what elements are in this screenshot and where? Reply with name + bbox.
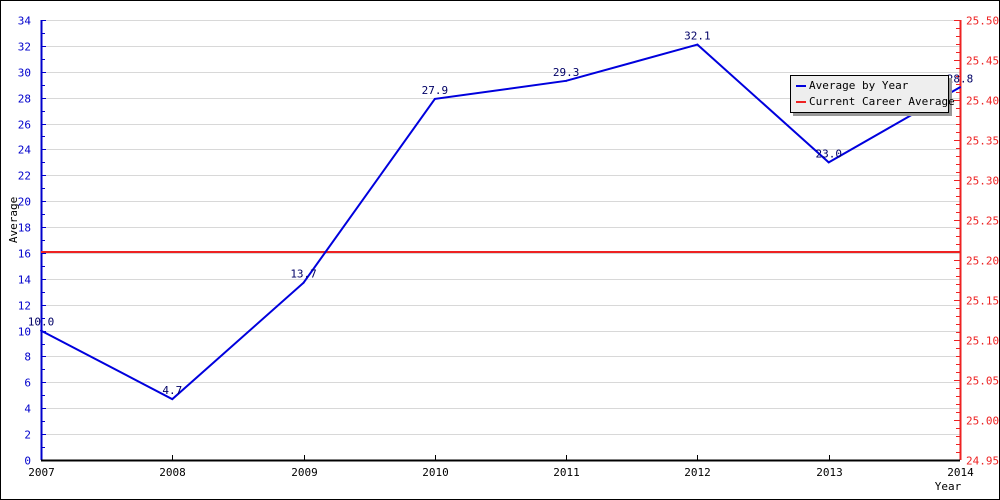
data-point	[433, 97, 436, 100]
legend: Average by Year Current Career Average	[790, 75, 955, 113]
left-tick-label: 34	[18, 15, 32, 28]
right-tick-label: 25.15	[966, 295, 999, 308]
data-point	[696, 43, 699, 46]
legend-label: Average by Year	[809, 79, 909, 92]
left-tick-label: 12	[18, 300, 31, 313]
data-point	[565, 79, 568, 82]
right-tick-label: 25.40	[966, 95, 999, 108]
x-tick-label: 2011	[553, 466, 580, 479]
right-tick-label: 25.25	[966, 215, 999, 228]
y-axis-title: Average	[7, 197, 20, 243]
left-tick-label: 22	[18, 170, 31, 183]
left-tick-label: 2	[24, 429, 31, 442]
right-tick-label: 25.30	[966, 175, 999, 188]
x-tick-label: 2010	[422, 466, 449, 479]
right-tick-label: 25.50	[966, 15, 999, 28]
x-tick-label: 2013	[816, 466, 843, 479]
left-tick-label: 30	[18, 67, 31, 80]
data-point	[959, 86, 961, 89]
x-tick-label: 2009	[291, 466, 318, 479]
left-tick-label: 24	[18, 144, 32, 157]
data-point	[827, 161, 830, 164]
data-point	[40, 329, 42, 332]
legend-swatch-red	[796, 101, 806, 103]
data-label: 28.8	[947, 72, 974, 85]
left-tick-label: 32	[18, 41, 31, 54]
data-label: 27.9	[422, 84, 449, 97]
data-point	[302, 281, 305, 284]
data-label: 10.0	[28, 316, 55, 329]
right-tick-label: 25.35	[966, 135, 999, 148]
legend-label: Current Career Average	[809, 95, 955, 108]
data-label: 23.0	[815, 147, 842, 160]
x-tick-label: 2014	[947, 466, 974, 479]
left-tick-label: 26	[18, 119, 31, 132]
legend-item-career-average: Current Career Average	[796, 95, 955, 109]
data-label: 32.1	[684, 30, 711, 43]
left-tick-label: 16	[18, 248, 31, 261]
right-tick-label: 25.05	[966, 375, 999, 388]
left-tick-label: 4	[24, 403, 31, 416]
left-tick-label: 6	[24, 377, 31, 390]
x-tick-label: 2008	[159, 466, 186, 479]
x-axis-title: Year	[935, 480, 962, 493]
right-tick-label: 25.20	[966, 255, 999, 268]
legend-swatch-blue	[796, 85, 806, 87]
data-point	[171, 398, 174, 401]
left-tick-label: 8	[24, 351, 31, 364]
x-tick-label: 2012	[684, 466, 711, 479]
data-label: 4.7	[162, 384, 182, 397]
data-label: 29.3	[553, 66, 580, 79]
data-label: 13.7	[290, 268, 317, 281]
left-tick-label: 28	[18, 93, 31, 106]
legend-item-average-by-year: Average by Year	[796, 79, 908, 93]
right-tick-label: 25.45	[966, 55, 999, 68]
left-tick-label: 14	[18, 274, 32, 287]
x-tick-label: 2007	[28, 466, 55, 479]
right-tick-label: 25.00	[966, 415, 999, 428]
right-tick-label: 25.10	[966, 335, 999, 348]
